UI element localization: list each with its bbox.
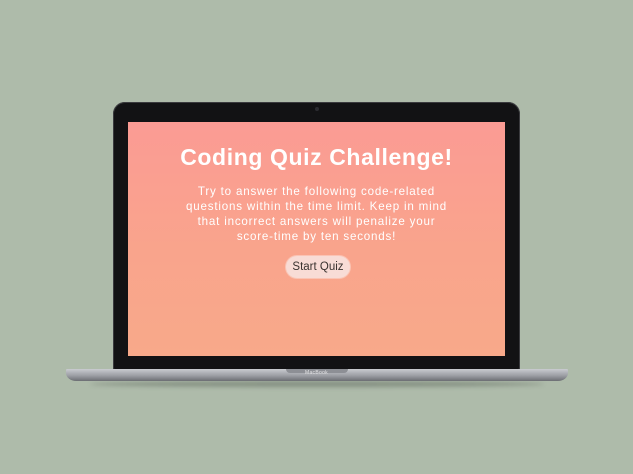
quiz-description: Try to answer the following code-related… [168,184,465,244]
camera-icon [314,107,319,111]
laptop-shadow [90,381,544,387]
laptop-brand-label: MacBook [305,370,328,376]
quiz-description-line: questions within the time limit. Keep in… [186,200,447,213]
quiz-description-line: score-time by ten seconds! [236,230,397,243]
start-quiz-button[interactable]: Start Quiz [286,256,350,278]
scene: Coding Quiz Challenge! Try to answer the… [0,0,633,474]
laptop-screen: Coding Quiz Challenge! Try to answer the… [128,122,505,356]
quiz-description-line: Try to answer the following code-related [197,185,436,198]
quiz-description-line: that incorrect answers will penalize you… [197,215,436,228]
quiz-title: Coding Quiz Challenge! [180,144,453,170]
